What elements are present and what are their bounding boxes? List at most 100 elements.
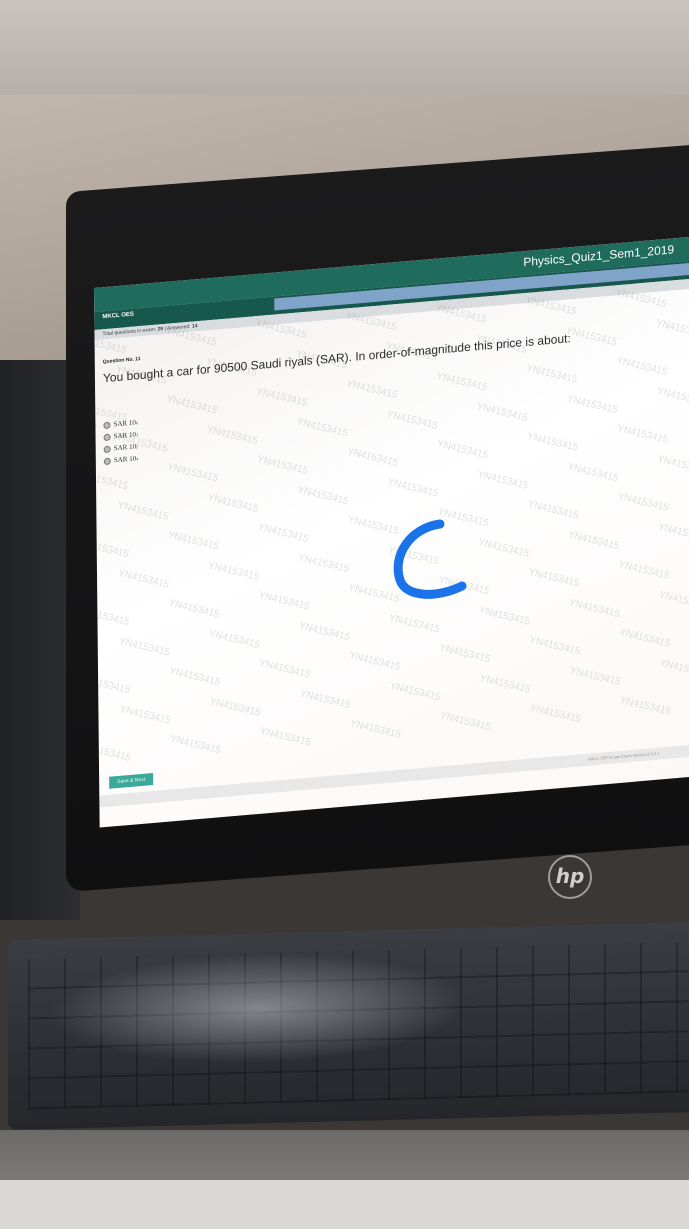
watermark-text: YN4153415 [117, 635, 172, 659]
option-d[interactable]: SAR 10 4 [103, 452, 139, 467]
answer-options: SAR 10 6 SAR 10 3 SAR 10 5 SAR 10 4 [103, 416, 138, 467]
watermark-text: YN4153415 [525, 430, 580, 454]
watermark-text: YN4153415 [295, 484, 350, 508]
watermark-text: YN4153415 [657, 589, 689, 613]
watermark-text: YN4153415 [167, 597, 221, 621]
watermark-text: YN4153415 [385, 476, 440, 500]
watermark-text: YN4153415 [614, 355, 669, 378]
watermark-text: YN4153415 [437, 642, 492, 666]
handwritten-c-annotation [393, 519, 467, 599]
watermark-text: YN4153415 [564, 325, 619, 349]
watermark-text: YN4153415 [94, 537, 131, 561]
radio-button[interactable] [103, 457, 111, 465]
watermark-text: YN4153415 [438, 710, 493, 734]
watermark-text: YN4153415 [257, 589, 311, 613]
answered-value: 14 [191, 323, 198, 330]
watermark-text: YN4153415 [387, 612, 442, 636]
watermark-text: YN4153415 [476, 537, 531, 560]
annotation-stroke [393, 519, 467, 599]
watermark-text: YN4153415 [655, 385, 689, 409]
watermark-text: YN4153415 [568, 665, 622, 688]
watermark-text: YN4153415 [164, 393, 219, 417]
option-exponent: 6 [135, 419, 138, 425]
watermark-text: YN4153415 [526, 566, 581, 590]
watermark-text: YN4153415 [166, 529, 220, 553]
answered-label: | Answered: [164, 323, 191, 332]
radio-button[interactable] [103, 433, 111, 441]
radio-button[interactable] [103, 421, 111, 429]
watermark-text: YN4153415 [616, 559, 671, 582]
watermark-text: YN4153415 [385, 408, 439, 432]
watermark-text: YN4153415 [658, 657, 689, 681]
watermark-text: YN4153415 [206, 560, 261, 583]
keyboard [8, 921, 689, 1130]
watermark-text: YN4153415 [565, 393, 619, 417]
option-exponent: 3 [135, 431, 138, 437]
watermark-text: YN4153415 [254, 386, 309, 409]
watermark-text: YN4153415 [345, 446, 400, 470]
watermark-text: YN4153415 [296, 552, 351, 576]
watermark-text: YN4153415 [344, 378, 399, 402]
watermark-text: YN4153415 [298, 688, 352, 712]
watermark-text: YN4153415 [348, 718, 403, 741]
watermark-text: YN4153415 [566, 529, 621, 553]
paper-sheet [0, 1180, 689, 1229]
watermark-text: YN4153415 [656, 521, 689, 545]
watermark-text: YN4153415 [255, 453, 310, 477]
radio-button[interactable] [103, 445, 111, 453]
watermark-text: YN4153415 [567, 597, 622, 621]
watermark-text: YN4153415 [205, 492, 260, 515]
watermark-text: YN4153415 [115, 499, 170, 523]
watermark-text: YN4153415 [655, 453, 689, 477]
brand-logo: MKCL OES [102, 311, 134, 321]
watermark-text: YN4153415 [167, 665, 222, 689]
ceiling [0, 0, 689, 110]
total-questions-value: 29 [157, 326, 164, 333]
option-base: SAR 10 [113, 430, 136, 441]
watermark-text: YN4153415 [94, 673, 132, 696]
watermark-text: YN4153415 [205, 424, 259, 448]
option-exponent: 5 [136, 443, 139, 449]
watermark-text: YN4153415 [616, 491, 670, 514]
watermark-text: YN4153415 [565, 461, 620, 485]
watermark-text: YN4153415 [257, 657, 312, 681]
watermark-text: YN4153415 [388, 680, 442, 704]
option-base: SAR 10 [113, 454, 137, 465]
watermark-text: YN4153415 [528, 702, 583, 726]
watermark-text: YN4153415 [524, 362, 579, 386]
watermark-text: YN4153415 [347, 650, 402, 673]
watermark-text: YN4153415 [475, 401, 529, 424]
hp-logo: hp [548, 855, 592, 899]
watermark-text: YN4153415 [475, 469, 530, 492]
question-text: You bought a car for 90500 Saudi riyals … [102, 331, 571, 386]
watermark-text: YN4153415 [654, 317, 689, 341]
watermark-text: YN4153415 [118, 703, 172, 727]
plastic-cover-glare [48, 947, 468, 1069]
watermark-text: YN4153415 [208, 696, 262, 719]
watermark-text: YN4153415 [618, 694, 673, 718]
watermark-text: YN4153415 [527, 634, 582, 658]
option-base: SAR 10 [113, 442, 137, 453]
watermark-text: YN4153415 [617, 626, 672, 650]
watermark-text: YN4153415 [258, 725, 313, 749]
watermark-text: YN4153415 [94, 469, 130, 493]
watermark-text: YN4153415 [295, 416, 349, 440]
photo-scene: hp Physics_Quiz1_Sem1_2019 MKCL OES Tota… [0, 0, 689, 1229]
option-base: SAR 10 [113, 418, 136, 429]
watermark-text: YN4153415 [526, 498, 580, 522]
watermark-text: YN4153415 [477, 605, 532, 628]
watermark-text: YN4153415 [478, 672, 532, 696]
client-version: MKCL OES Exam Client Version 2.0.0.1 [588, 750, 660, 762]
watermark-text: YN4153415 [435, 438, 490, 462]
question-number: Question No. 11 [102, 356, 141, 366]
watermark-text: YN4153415 [165, 461, 220, 485]
watermark-text: YN4153415 [94, 741, 133, 764]
watermark-text: YN4153415 [297, 620, 352, 644]
save-next-button[interactable]: Save & Next [109, 772, 154, 789]
watermark-text: YN4153415 [168, 733, 223, 757]
watermark-text: YN4153415 [94, 605, 131, 629]
watermark-text: YN4153415 [256, 521, 310, 545]
watermark-text: YN4153415 [434, 370, 489, 394]
watermark-text: YN4153415 [116, 567, 171, 591]
option-exponent: 4 [136, 455, 139, 461]
